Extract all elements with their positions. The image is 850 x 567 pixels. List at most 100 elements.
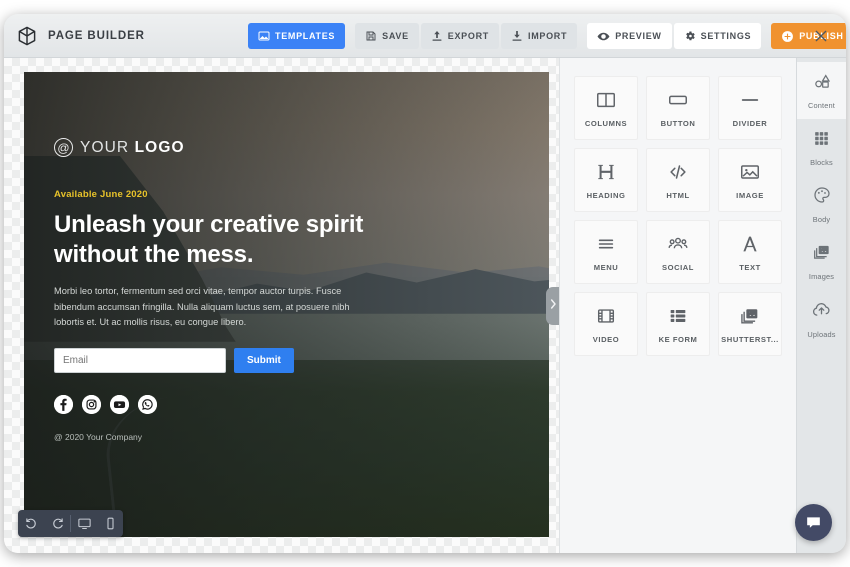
block-label: TEXT xyxy=(739,262,761,272)
logo-text: YOUR LOGO xyxy=(80,139,185,157)
settings-label: SETTINGS xyxy=(700,31,752,41)
rail-label: Body xyxy=(812,215,831,224)
form-icon xyxy=(667,305,689,327)
undo-icon[interactable] xyxy=(18,510,44,537)
block-columns[interactable]: COLUMNS xyxy=(574,76,638,140)
block-divider[interactable]: DIVIDER xyxy=(718,76,782,140)
download-icon xyxy=(511,30,523,42)
blocks-panel: COLUMNS BUTTON DIVIDER HEADING HTML IMAG… xyxy=(559,58,796,553)
import-button[interactable]: IMPORT xyxy=(501,23,578,49)
mobile-view-icon[interactable] xyxy=(97,510,123,537)
hero-headline: Unleash your creative spirit without the… xyxy=(54,211,364,269)
chat-bubble-icon[interactable] xyxy=(795,504,832,541)
whatsapp-icon[interactable] xyxy=(138,394,157,414)
close-icon[interactable] xyxy=(810,25,832,47)
import-label: IMPORT xyxy=(528,31,568,41)
block-social[interactable]: SOCIAL xyxy=(646,220,710,284)
rail-label: Images xyxy=(808,272,835,281)
code-icon xyxy=(667,161,689,183)
image-icon xyxy=(739,161,761,183)
at-icon: @ xyxy=(54,138,73,157)
rail-label: Uploads xyxy=(807,329,836,339)
rail-item-uploads[interactable]: Uploads xyxy=(797,290,846,347)
toolbar-actions: TEMPLATES SAVE EXPORT IMPORT PREVIEW SET… xyxy=(248,14,846,58)
rail-item-body[interactable]: Body xyxy=(797,176,846,233)
page-builder-window: PAGE BUILDER TEMPLATES SAVE EXPORT IMPOR… xyxy=(4,14,846,553)
logo-text-light: YOUR xyxy=(80,138,135,156)
export-button[interactable]: EXPORT xyxy=(420,23,499,49)
photos-icon xyxy=(812,242,832,267)
grid-icon xyxy=(812,129,831,153)
block-label: HEADING xyxy=(586,190,626,200)
photos-icon xyxy=(739,305,761,327)
redo-icon[interactable] xyxy=(44,510,70,537)
text-icon xyxy=(739,233,761,255)
block-heading[interactable]: HEADING xyxy=(574,148,638,212)
block-shutterstock[interactable]: SHUTTERST... xyxy=(718,292,782,356)
panel-collapse-handle[interactable] xyxy=(546,286,559,325)
block-label: VIDEO xyxy=(592,334,620,344)
block-ke-form[interactable]: KE FORM xyxy=(646,292,710,356)
copyright-text: @ 2020 Your Company xyxy=(54,431,143,442)
rail-item-content[interactable]: Content xyxy=(797,62,846,119)
page-canvas[interactable]: @ YOUR LOGO Available June 2020 Unleash … xyxy=(24,72,549,537)
save-label: SAVE xyxy=(382,31,409,41)
rail-item-blocks[interactable]: Blocks xyxy=(797,119,846,176)
save-button[interactable]: SAVE xyxy=(355,23,419,49)
hero-kicker: Available June 2020 xyxy=(54,189,148,200)
block-label: IMAGE xyxy=(736,190,764,200)
image-icon xyxy=(258,30,270,42)
block-button[interactable]: BUTTON xyxy=(646,76,710,140)
floppy-icon xyxy=(365,30,377,42)
submit-button[interactable]: Submit xyxy=(234,347,294,373)
templates-label: TEMPLATES xyxy=(275,31,336,41)
button-icon xyxy=(667,89,689,111)
preview-label: PREVIEW xyxy=(615,31,662,41)
preview-button[interactable]: PREVIEW xyxy=(587,23,672,49)
canvas-area[interactable]: @ YOUR LOGO Available June 2020 Unleash … xyxy=(4,58,559,553)
export-label: EXPORT xyxy=(447,31,489,41)
block-text[interactable]: TEXT xyxy=(718,220,782,284)
palette-icon xyxy=(812,185,832,210)
block-label: KE FORM xyxy=(658,334,698,344)
app-title: PAGE BUILDER xyxy=(48,29,145,42)
hero-subcopy: Morbi leo tortor, fermentum sed orci vit… xyxy=(54,286,350,327)
block-label: DIVIDER xyxy=(732,118,768,128)
heading-icon xyxy=(595,161,617,183)
columns-icon xyxy=(595,89,617,111)
social-links xyxy=(54,394,519,414)
block-menu[interactable]: MENU xyxy=(574,220,638,284)
blocks-grid: COLUMNS BUTTON DIVIDER HEADING HTML IMAG… xyxy=(574,76,782,356)
video-icon xyxy=(595,305,617,327)
brand: PAGE BUILDER xyxy=(16,25,145,47)
templates-button[interactable]: TEMPLATES xyxy=(248,23,346,49)
youtube-icon[interactable] xyxy=(110,394,129,414)
divider-icon xyxy=(739,89,761,111)
instagram-icon[interactable] xyxy=(82,394,101,414)
side-rail: Content Blocks Body Images Uploads xyxy=(796,58,846,553)
settings-button[interactable]: SETTINGS xyxy=(673,23,762,49)
block-video[interactable]: VIDEO xyxy=(574,292,638,356)
block-label: SHUTTERST... xyxy=(721,334,779,344)
rail-item-images[interactable]: Images xyxy=(797,233,846,290)
gear-icon xyxy=(684,30,696,42)
block-label: MENU xyxy=(593,262,619,272)
desktop-view-icon[interactable] xyxy=(71,510,97,537)
upload-icon xyxy=(431,30,443,42)
signup-form: Submit xyxy=(54,347,519,373)
rail-label: Content xyxy=(808,101,835,110)
block-label: SOCIAL xyxy=(662,262,694,272)
social-icon xyxy=(667,233,689,255)
top-toolbar: PAGE BUILDER TEMPLATES SAVE EXPORT IMPOR… xyxy=(4,14,846,58)
logo-text-bold: LOGO xyxy=(134,138,185,156)
site-logo[interactable]: @ YOUR LOGO xyxy=(54,138,519,157)
block-image[interactable]: IMAGE xyxy=(718,148,782,212)
email-input[interactable] xyxy=(54,347,226,373)
cloud-upload-icon xyxy=(811,299,832,325)
eye-icon xyxy=(597,30,610,43)
work-area: @ YOUR LOGO Available June 2020 Unleash … xyxy=(4,58,846,553)
facebook-icon[interactable] xyxy=(54,394,73,414)
block-html[interactable]: HTML xyxy=(646,148,710,212)
canvas-mini-toolbar xyxy=(18,510,123,537)
publish-button[interactable]: PUBLISH xyxy=(771,23,846,49)
